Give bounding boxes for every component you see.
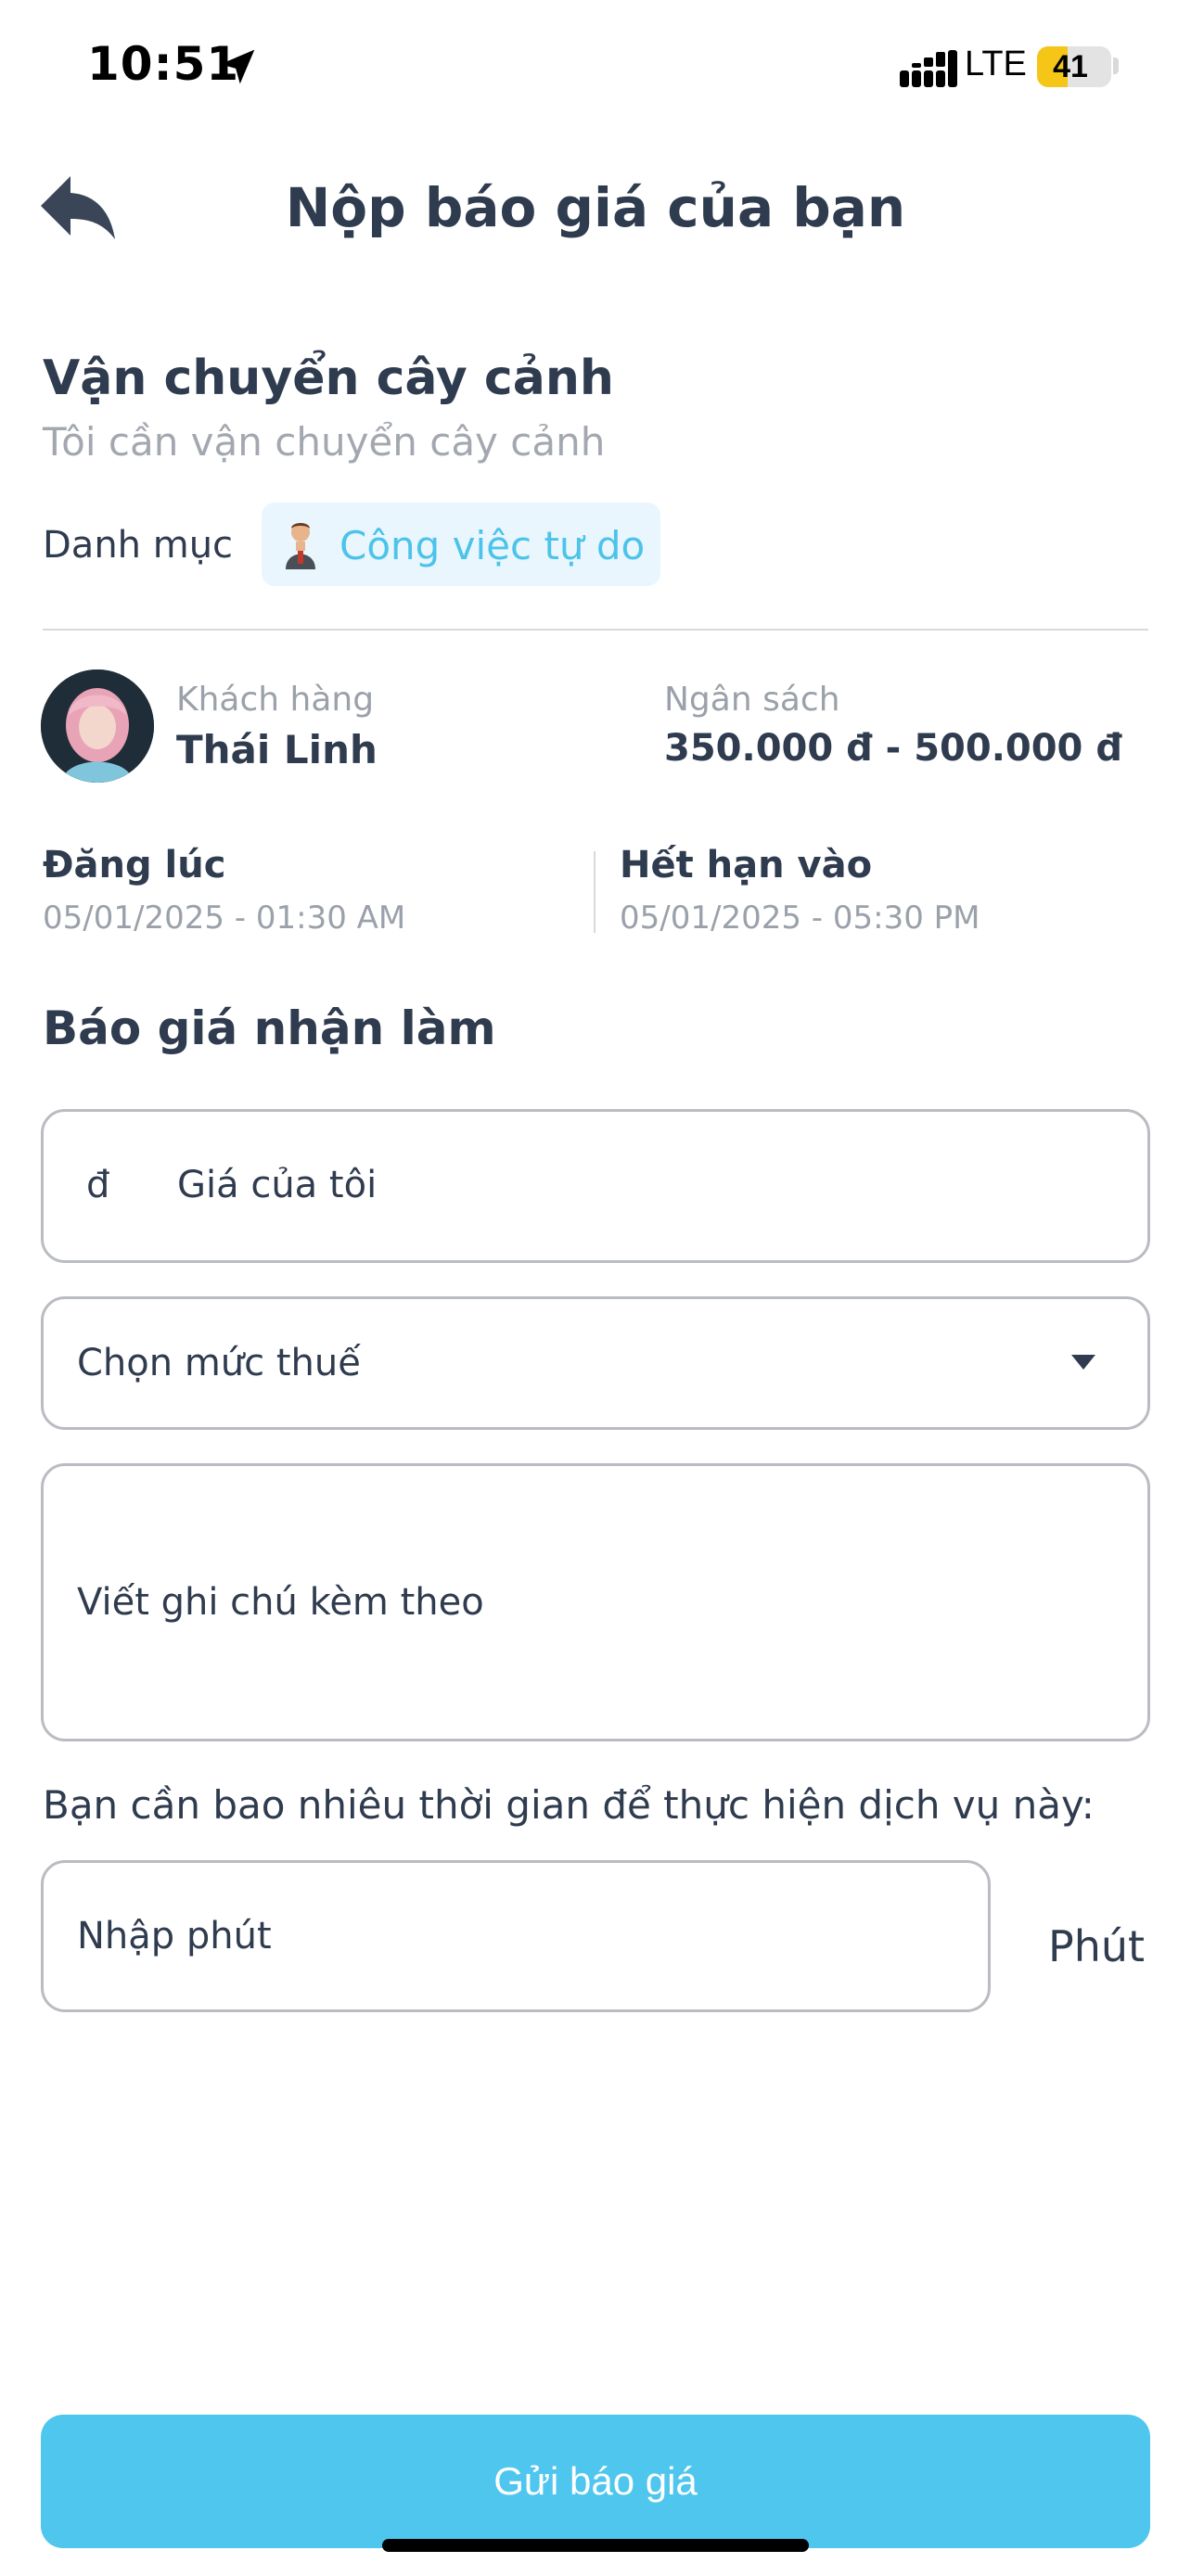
divider — [43, 629, 1148, 631]
network-label: LTE — [965, 45, 1027, 83]
posted-value: 05/01/2025 - 01:30 AM — [43, 899, 406, 937]
page-title: Nộp báo giá của bạn — [285, 176, 906, 239]
avatar — [41, 670, 154, 783]
currency-prefix: đ — [86, 1164, 110, 1206]
battery-cap — [1113, 57, 1119, 74]
person-avatar-icon — [286, 523, 315, 569]
tax-select[interactable]: Chọn mức thuế — [41, 1296, 1150, 1430]
note-textarea[interactable]: Viết ghi chú kèm theo — [41, 1463, 1150, 1741]
client-label: Khách hàng — [176, 681, 375, 719]
status-bar: 10:51 LTE 41 — [0, 0, 1191, 130]
note-placeholder: Viết ghi chú kèm theo — [77, 1581, 484, 1624]
home-indicator[interactable] — [382, 2539, 809, 2552]
signal-bars-icon — [900, 50, 957, 87]
caret-down-icon — [1071, 1355, 1095, 1370]
battery-icon: 41 — [1037, 46, 1111, 87]
job-title: Vận chuyển cây cảnh — [43, 351, 614, 406]
client-name: Thái Linh — [176, 727, 378, 772]
client-avatar-icon — [41, 670, 154, 783]
time-question: Bạn cần bao nhiêu thời gian để thực hiện… — [43, 1782, 1095, 1828]
location-arrow-icon — [220, 49, 255, 84]
category-chip[interactable]: Công việc tự do — [262, 503, 660, 586]
submit-label: Gửi báo giá — [493, 2459, 698, 2503]
category-value: Công việc tự do — [339, 523, 646, 568]
posted-label: Đăng lúc — [43, 844, 226, 886]
expire-label: Hết hạn vào — [620, 844, 873, 886]
submit-quote-button[interactable]: Gửi báo giá — [41, 2415, 1150, 2548]
minutes-unit: Phút — [1048, 1921, 1146, 1971]
budget-label: Ngân sách — [664, 681, 840, 719]
price-placeholder: Giá của tôi — [177, 1164, 378, 1206]
minutes-placeholder: Nhập phút — [77, 1915, 272, 1958]
tax-placeholder: Chọn mức thuế — [77, 1342, 361, 1384]
vertical-divider — [594, 851, 596, 933]
section-title: Báo giá nhận làm — [43, 1001, 496, 1055]
expire-value: 05/01/2025 - 05:30 PM — [620, 899, 980, 937]
price-input[interactable]: đ Giá của tôi — [41, 1109, 1150, 1263]
category-label: Danh mục — [43, 524, 234, 567]
job-description: Tôi cần vận chuyển cây cảnh — [43, 419, 606, 465]
battery-percent: 41 — [1053, 49, 1088, 84]
minutes-input[interactable]: Nhập phút — [41, 1860, 991, 2012]
budget-value: 350.000 đ - 500.000 đ — [664, 727, 1122, 770]
